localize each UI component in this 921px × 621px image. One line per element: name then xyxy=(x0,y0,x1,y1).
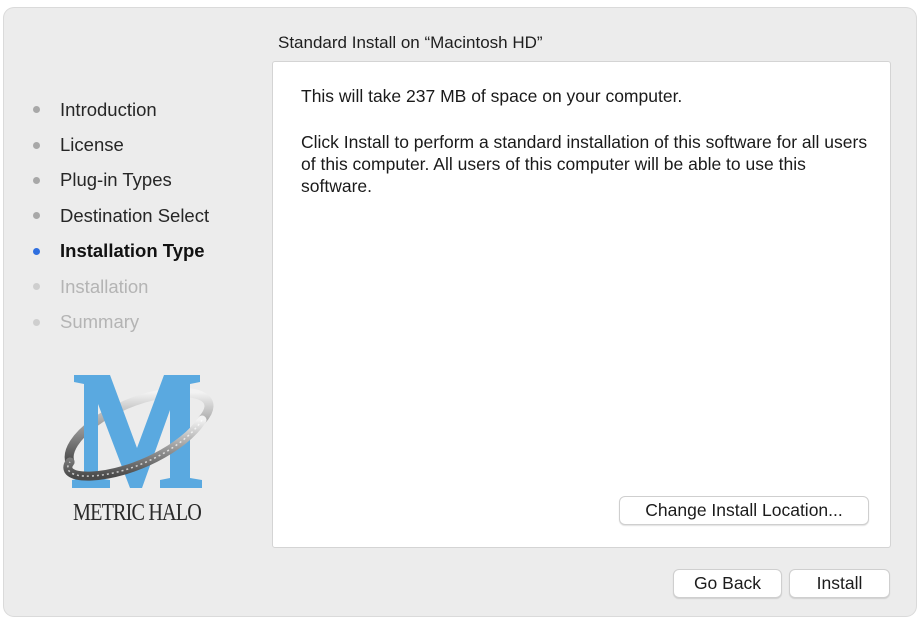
step-dot-icon xyxy=(33,106,40,114)
content-panel: This will take 237 MB of space on your c… xyxy=(272,61,891,548)
sidebar-step-label: License xyxy=(60,134,124,156)
page-title: Standard Install on “Macintosh HD” xyxy=(278,33,543,52)
installer-window: Standard Install on “Macintosh HD” Intro… xyxy=(4,8,916,616)
sidebar-step-installation: Installation xyxy=(28,269,268,304)
install-button[interactable]: Install xyxy=(789,569,890,598)
step-dot-icon xyxy=(33,283,40,291)
sidebar-step-introduction: Introduction xyxy=(28,92,268,127)
step-dot-icon xyxy=(33,141,40,149)
step-dot-icon xyxy=(33,318,40,326)
sidebar-step-label: Installation Type xyxy=(60,240,205,262)
change-install-location-button[interactable]: Change Install Location... xyxy=(619,496,869,525)
metric-halo-logo: METRIC HALO xyxy=(52,370,222,530)
sidebar-step-license: License xyxy=(28,127,268,162)
sidebar-step-label: Summary xyxy=(60,311,140,333)
install-description: Click Install to perform a standard inst… xyxy=(301,132,868,196)
sidebar-step-label: Installation xyxy=(60,275,149,297)
step-dot-icon xyxy=(33,212,40,220)
space-required-text: This will take 237 MB of space on your c… xyxy=(301,86,683,106)
go-back-button[interactable]: Go Back xyxy=(673,569,782,598)
sidebar-step-plugin-types: Plug-in Types xyxy=(28,163,268,198)
sidebar-step-label: Plug-in Types xyxy=(60,169,172,191)
steps-sidebar: Introduction License Plug-in Types Desti… xyxy=(28,92,268,340)
metric-halo-logo-icon xyxy=(63,375,214,488)
sidebar-step-installation-type: Installation Type xyxy=(28,234,268,269)
sidebar-step-label: Introduction xyxy=(60,98,157,120)
sidebar-step-summary: Summary xyxy=(28,304,268,339)
current-step-dot-icon xyxy=(33,247,40,255)
logo-wordmark: METRIC HALO xyxy=(73,500,202,526)
sidebar-step-destination-select: Destination Select xyxy=(28,198,268,233)
sidebar-step-label: Destination Select xyxy=(60,204,210,226)
step-dot-icon xyxy=(33,176,40,184)
